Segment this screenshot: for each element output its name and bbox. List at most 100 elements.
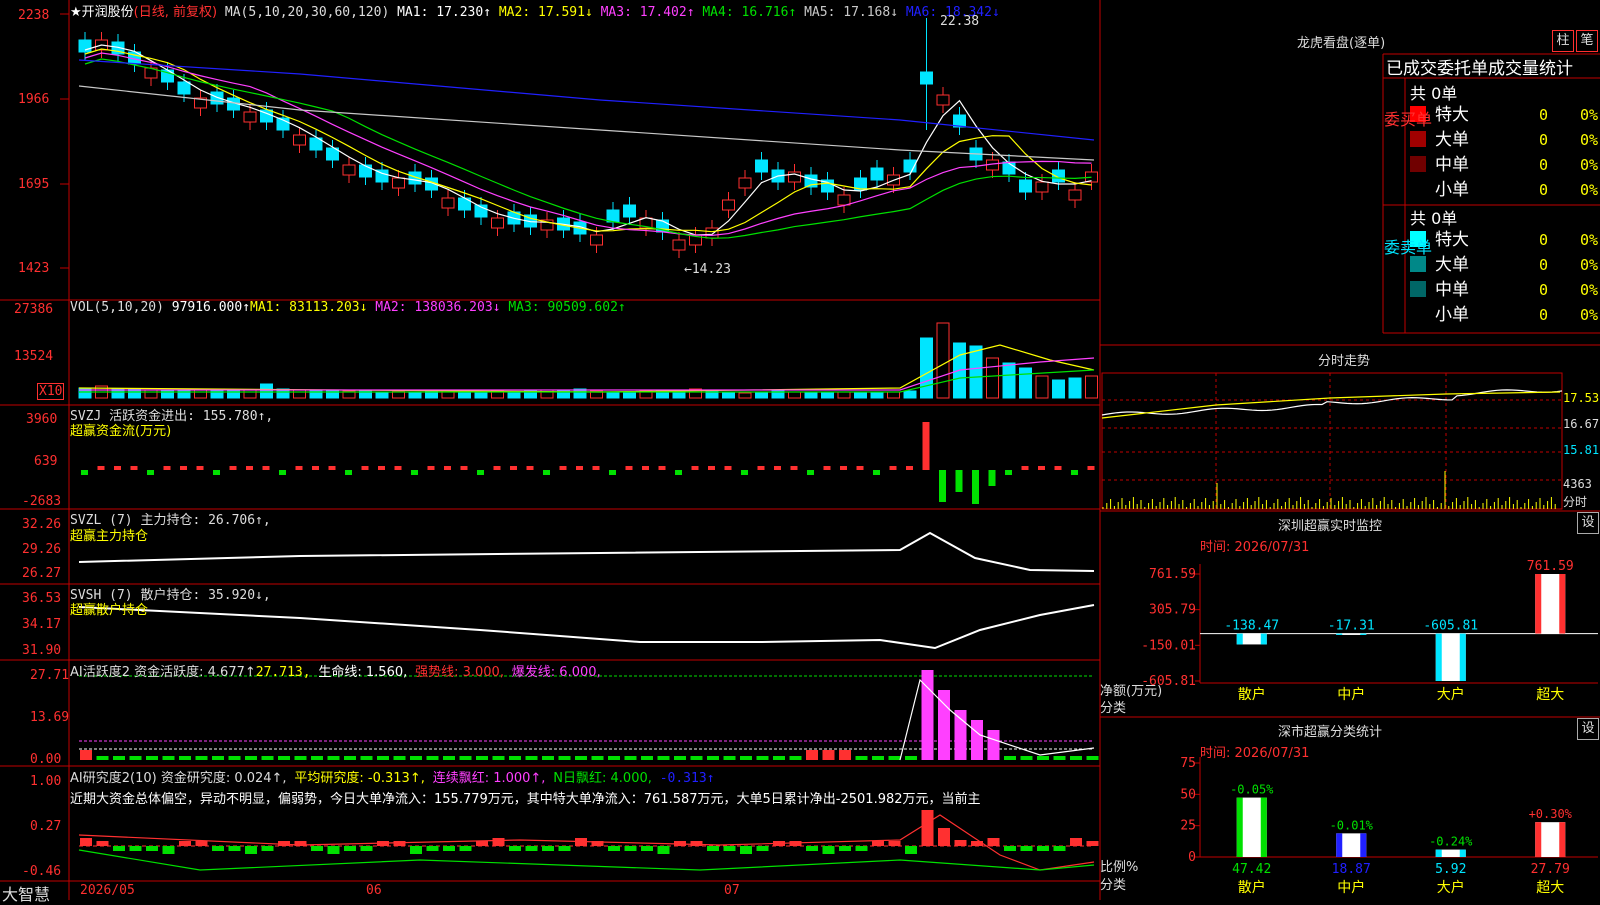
classify-value-1: 18.87	[1332, 862, 1371, 877]
svzj-bar	[328, 466, 336, 470]
lhb-buy-total: 共 0单	[1410, 84, 1458, 103]
lhb-tick-button[interactable]: 笔	[1576, 30, 1598, 52]
classify-value-2: 5.92	[1435, 862, 1466, 877]
monitor-bar-edge-r-0	[1260, 633, 1267, 645]
volume-bar	[210, 389, 224, 399]
ai2-bar	[954, 840, 967, 846]
axis-main-3: 1695	[18, 177, 50, 192]
ai2-bar	[426, 846, 439, 851]
ai1-bar	[1004, 756, 1016, 760]
volume-bar	[821, 391, 834, 399]
fenshi-axis-5: 分时	[1563, 495, 1588, 509]
lhb-buy-pct-3: 0%	[1580, 181, 1598, 199]
svzj-bar	[988, 470, 996, 486]
candle-body	[606, 209, 620, 223]
period-mode[interactable]: (日线, 前复权)	[134, 5, 217, 20]
classify-settings-button[interactable]: 设	[1577, 718, 1599, 740]
ai1-bar	[476, 756, 488, 760]
ai2-bar	[311, 846, 323, 851]
svzj-bar	[823, 466, 831, 470]
axis-vol-2: 13524	[14, 349, 54, 364]
monitor-bar-edge-l-1	[1336, 633, 1343, 635]
monitor-bar-edge-l-2	[1435, 633, 1442, 681]
ai1-bar	[905, 756, 917, 760]
vol-header: VOL(5,10,20) 97916.000↑MA1: 83113.203↓ M…	[70, 300, 626, 315]
volume-bar	[870, 392, 884, 399]
svzj-bar	[147, 470, 154, 475]
classify-bar-edge-r-3	[1559, 822, 1566, 857]
svzj-bar	[1054, 466, 1062, 470]
volume-bar	[408, 391, 422, 399]
ai1-bar	[641, 756, 653, 760]
ai2-bar	[327, 846, 340, 854]
svzj-bar	[906, 466, 913, 470]
ai2-header: AI研究度2(10) 资金研究度: 0.024↑, 平均研究度: -0.313↑…	[70, 767, 715, 786]
svzj-group	[81, 422, 1095, 504]
ai1-bar	[773, 756, 785, 760]
ai1-bar	[707, 756, 719, 760]
svzj-bar	[229, 466, 237, 470]
ai1-bar	[80, 750, 92, 760]
volume-bar	[854, 392, 867, 399]
ai2-avg: 平均研究度: -0.313↑,	[294, 771, 425, 786]
volume-bar	[375, 391, 389, 399]
candle-body	[177, 81, 191, 95]
svzj-bar	[741, 470, 748, 475]
classify-value-3: 27.79	[1531, 862, 1570, 877]
ai1-life: 生命线: 1.560,	[318, 665, 408, 680]
candle-body	[623, 204, 636, 218]
svzj-bar	[361, 466, 369, 470]
ai2-bar	[393, 841, 406, 846]
ai1-bar	[377, 756, 389, 760]
volume-bar	[837, 391, 851, 399]
classify-bar-edge-l-1	[1336, 833, 1343, 857]
svzj-bar	[378, 466, 385, 470]
ai2-label: AI研究度2(10) 资金研究度: 0.024↑,	[70, 771, 287, 786]
ai1-bar	[146, 756, 158, 760]
fenshi-axis-3: 15.81	[1563, 443, 1600, 457]
svzj-bar	[790, 466, 798, 470]
svzj-bar	[1038, 466, 1045, 470]
candle-body	[78, 39, 92, 53]
volume-bar	[507, 391, 521, 399]
monitor-bar-edge-l-3	[1535, 574, 1542, 634]
candle-body	[441, 197, 455, 209]
volume-bar	[359, 389, 372, 399]
lhb-sell-name-0: 特大	[1435, 230, 1469, 250]
ai2-bar	[542, 846, 554, 851]
svzj-bar	[81, 470, 88, 475]
svzj-bar	[279, 470, 286, 475]
ai1-bar	[113, 756, 125, 760]
ai2-bar	[113, 846, 125, 851]
ai2-bar	[1053, 846, 1066, 851]
ai1-bar	[591, 756, 604, 760]
ma4-value: MA4: 16.716↑	[702, 5, 797, 20]
candle-body	[738, 177, 752, 189]
ai2-bar	[96, 841, 109, 846]
ai1-bar	[1037, 756, 1049, 760]
axis-svzj-3: -2683	[22, 494, 62, 509]
monitor-settings-button[interactable]: 设	[1577, 512, 1599, 534]
axis-ai2-2: 0.27	[30, 819, 62, 834]
volume-bar	[309, 389, 323, 399]
ai2-bar	[261, 846, 274, 851]
lhb-bar-button[interactable]: 柱	[1552, 30, 1574, 52]
ai2-bar	[212, 846, 224, 851]
candle-body	[359, 164, 372, 178]
fenshi-title[interactable]: 分时走势	[1318, 350, 1370, 369]
lhb-title: 龙虎看盘(逐单)	[1297, 36, 1386, 51]
volume-bar	[722, 391, 735, 399]
svzj-bar	[939, 470, 946, 502]
monitor-bar-edge-r-1	[1360, 633, 1367, 635]
main-header: ★开润股份(日线, 前复权) MA(5,10,20,30,60,120) MA1…	[70, 1, 1000, 20]
stock-title[interactable]: ★开润股份	[70, 5, 134, 20]
ai2-bar	[839, 846, 851, 851]
lhb-subtitle: 已成交委托单成交量统计	[1386, 59, 1573, 79]
ma5-value: MA5: 17.168↓	[804, 5, 899, 20]
candle-body	[342, 164, 356, 176]
ai1-group	[80, 670, 1099, 760]
ai1-bar	[525, 756, 538, 760]
low-price-label: ←14.23	[684, 262, 731, 277]
ai2-bar	[806, 846, 818, 851]
brand-logo[interactable]: 大智慧	[2, 881, 50, 905]
